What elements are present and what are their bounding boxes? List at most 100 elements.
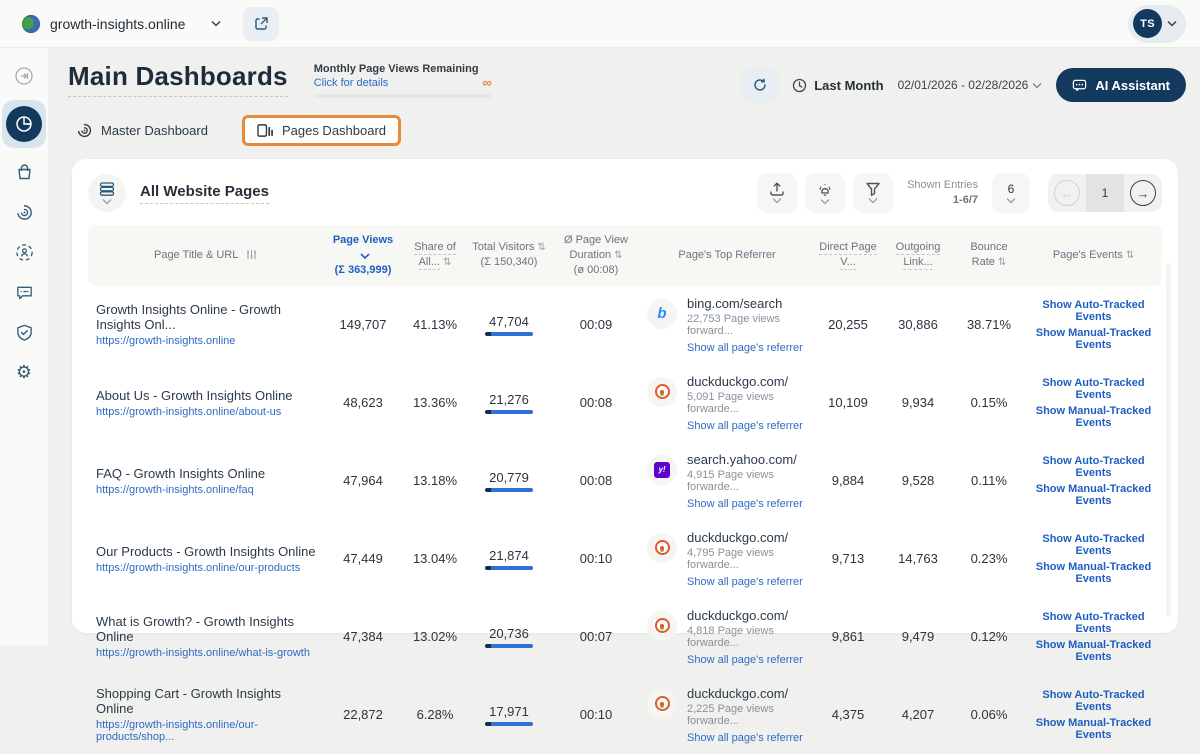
sidebar-item-settings[interactable]: ⚙ [4, 352, 44, 392]
sidebar-collapse-button[interactable] [4, 56, 44, 96]
col-outgoing[interactable]: Outgoing Link... [883, 240, 953, 271]
show-manual-tracked-events-link[interactable]: Show Manual-Tracked Events [1029, 405, 1158, 429]
duckduckgo-icon [654, 540, 670, 556]
tab-pages-dashboard[interactable]: Pages Dashboard [241, 115, 402, 146]
widget-menu-button[interactable] [88, 174, 126, 212]
sidebar-item-feedback[interactable] [4, 272, 44, 312]
page-size-select[interactable]: 6 [992, 173, 1030, 213]
filter-button[interactable] [853, 173, 894, 213]
quota-widget: Monthly Page Views Remaining Click for d… [313, 63, 492, 98]
sidebar-item-privacy[interactable] [4, 312, 44, 352]
show-all-referrers-link[interactable]: Show all page's referrer [687, 732, 803, 744]
page-views-value: 22,872 [343, 707, 383, 723]
sidebar-item-ecommerce[interactable] [4, 152, 44, 192]
col-page-title[interactable]: Page Title & URL [88, 248, 323, 263]
show-all-referrers-link[interactable]: Show all page's referrer [687, 342, 803, 354]
column-settings-icon [247, 249, 257, 259]
domain-selector-label[interactable]: growth-insights.online [50, 16, 185, 32]
visitors-bar [485, 643, 533, 648]
ai-assistant-button[interactable]: AI Assistant [1056, 68, 1186, 102]
dashboard-tabs: Master Dashboard Pages Dashboard [48, 103, 1200, 146]
show-all-referrers-link[interactable]: Show all page's referrer [687, 654, 803, 666]
page-url-link[interactable]: https://growth-insights.online/about-us [96, 406, 319, 418]
page-url-link[interactable]: https://growth-insights.online [96, 335, 319, 347]
col-bounce[interactable]: Bounce Rate ⇅ [953, 240, 1025, 270]
pie-chart-icon [16, 116, 32, 132]
period-preset[interactable]: Last Month [792, 78, 884, 93]
page-views-value: 47,384 [343, 629, 383, 645]
collapse-arrow-icon [15, 67, 33, 85]
show-auto-tracked-events-link[interactable]: Show Auto-Tracked Events [1029, 611, 1158, 635]
export-button[interactable] [757, 173, 798, 213]
show-manual-tracked-events-link[interactable]: Show Manual-Tracked Events [1029, 561, 1158, 585]
chevron-down-icon [1167, 20, 1177, 27]
chevron-down-icon [1032, 82, 1042, 88]
alerts-button[interactable] [805, 173, 846, 213]
tab-master-dashboard[interactable]: Master Dashboard [68, 116, 216, 145]
bing-icon [657, 305, 666, 322]
chevron-down-icon[interactable] [211, 20, 221, 27]
page-url-link[interactable]: https://growth-insights.online/our-produ… [96, 562, 319, 574]
col-events[interactable]: Page's Events ⇅ [1025, 248, 1162, 263]
bounce-rate-value: 0.11% [971, 473, 1007, 489]
page-title-text: Shopping Cart - Growth Insights Online [96, 686, 281, 717]
share-value: 13.36% [412, 395, 458, 411]
referrer-name: duckduckgo.com/ [687, 607, 789, 623]
col-page-views[interactable]: Page Views (Σ 363,999) [323, 233, 403, 278]
visitors-bar [485, 409, 533, 414]
visitors-value: 20,779 [489, 469, 529, 485]
current-page[interactable]: 1 [1086, 174, 1124, 212]
show-manual-tracked-events-link[interactable]: Show Manual-Tracked Events [1029, 483, 1158, 507]
notification-bell-icon [819, 183, 831, 196]
col-visitors[interactable]: Total Visitors ⇅ (Σ 150,340) [467, 240, 551, 270]
page-title-text: Our Products - Growth Insights Online [96, 543, 316, 559]
shown-entries-value: 1-6/7 [952, 194, 978, 206]
col-share[interactable]: Share of All... ⇅ [403, 240, 467, 271]
share-value: 41.13% [412, 317, 458, 333]
arrow-right-icon: → [1130, 180, 1156, 206]
quota-details-link[interactable]: Click for details [314, 77, 389, 89]
table-header-row: Page Title & URL Page Views (Σ 363,999) … [88, 225, 1162, 286]
col-referrer: Page's Top Referrer [678, 248, 776, 261]
direct-views-value: 10,109 [828, 395, 868, 411]
sidebar-item-visitors[interactable] [4, 232, 44, 272]
referrer-name: duckduckgo.com/ [687, 685, 789, 701]
show-auto-tracked-events-link[interactable]: Show Auto-Tracked Events [1029, 533, 1158, 557]
show-all-referrers-link[interactable]: Show all page's referrer [687, 498, 803, 510]
show-manual-tracked-events-link[interactable]: Show Manual-Tracked Events [1029, 327, 1158, 351]
main-area: Main Dashboards Monthly Page Views Remai… [48, 48, 1200, 744]
page-url-link[interactable]: https://growth-insights.online/faq [96, 484, 319, 496]
duckduckgo-icon [654, 618, 670, 634]
funnel-icon [866, 182, 880, 196]
quota-progress-bar [313, 94, 492, 98]
visitors-bar [485, 721, 533, 726]
account-menu[interactable]: TS [1128, 4, 1186, 43]
show-all-referrers-link[interactable]: Show all page's referrer [687, 420, 803, 432]
show-manual-tracked-events-link[interactable]: Show Manual-Tracked Events [1029, 717, 1158, 741]
show-auto-tracked-events-link[interactable]: Show Auto-Tracked Events [1029, 689, 1158, 713]
date-range-picker[interactable]: 02/01/2026 - 02/28/2026 [898, 78, 1043, 92]
page-url-link[interactable]: https://growth-insights.online/our-produ… [96, 719, 319, 743]
referrer-name: search.yahoo.com/ [687, 451, 797, 467]
open-website-button[interactable] [243, 6, 280, 41]
sidebar-item-behavior[interactable] [4, 192, 44, 232]
page-url-link[interactable]: https://growth-insights.online/what-is-g… [96, 647, 319, 659]
col-duration[interactable]: Ø Page View Duration ⇅ (ø 00:08) [551, 233, 641, 278]
show-manual-tracked-events-link[interactable]: Show Manual-Tracked Events [1029, 639, 1158, 663]
pages-dashboard-icon [257, 124, 273, 137]
outgoing-links-value: 4,207 [901, 707, 935, 723]
next-page-button[interactable]: → [1124, 174, 1162, 212]
refresh-button[interactable] [742, 67, 779, 103]
sidebar-item-dashboards[interactable] [2, 100, 46, 148]
show-auto-tracked-events-link[interactable]: Show Auto-Tracked Events [1029, 299, 1158, 323]
col-direct[interactable]: Direct Page V... [813, 240, 883, 271]
show-auto-tracked-events-link[interactable]: Show Auto-Tracked Events [1029, 455, 1158, 479]
outgoing-links-value: 9,934 [901, 395, 935, 411]
prev-page-button[interactable]: ← [1048, 174, 1086, 212]
sort-icon: ⇅ [1125, 249, 1135, 261]
show-auto-tracked-events-link[interactable]: Show Auto-Tracked Events [1029, 377, 1158, 401]
show-all-referrers-link[interactable]: Show all page's referrer [687, 576, 803, 588]
duration-value: 00:09 [579, 317, 613, 333]
scrollbar[interactable] [1166, 263, 1171, 617]
outgoing-links-value: 30,886 [898, 317, 938, 333]
